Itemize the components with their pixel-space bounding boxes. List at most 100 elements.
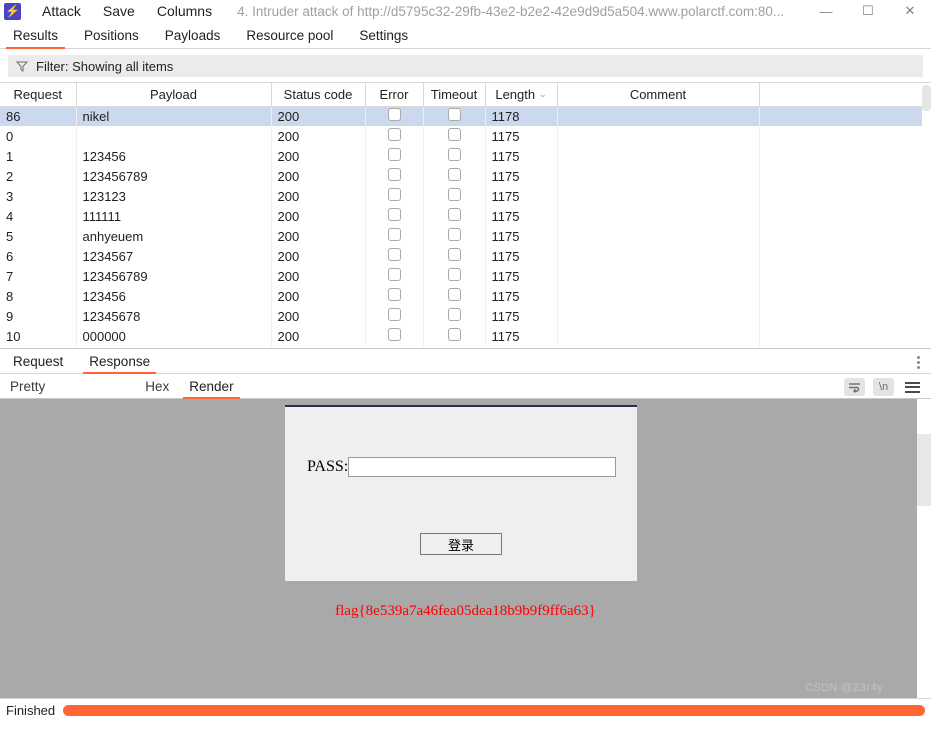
error-checkbox[interactable] [387, 268, 401, 281]
error-checkbox[interactable] [387, 208, 401, 221]
cell-timeout-checkbox [423, 286, 486, 306]
login-button[interactable]: 登录 [420, 533, 502, 555]
burp-lightning-icon: ⚡ [4, 2, 21, 20]
menu-columns[interactable]: Columns [146, 0, 223, 22]
timeout-checkbox[interactable] [447, 268, 461, 281]
tab-response[interactable]: Response [76, 354, 163, 374]
newline-icon[interactable]: \n [873, 378, 894, 396]
tab-pretty[interactable]: Pretty [0, 379, 55, 398]
minimize-icon[interactable]: — [805, 0, 847, 22]
table-row[interactable]: 6 1234567 200 1175 [0, 246, 923, 266]
cell-payload: 12345678 [76, 306, 272, 326]
password-row: PASS: [307, 457, 617, 477]
error-checkbox[interactable] [387, 188, 401, 201]
col-error[interactable]: Error [365, 83, 424, 107]
maximize-icon[interactable]: ☐ [847, 0, 889, 22]
cell-request: 8 [0, 286, 77, 306]
menu-attack[interactable]: Attack [31, 0, 92, 22]
timeout-checkbox[interactable] [447, 228, 461, 241]
cell-error-checkbox [365, 326, 424, 346]
cell-comment [557, 326, 760, 346]
error-checkbox[interactable] [387, 248, 401, 261]
render-scrollbar-thumb[interactable] [917, 434, 931, 506]
cell-timeout-checkbox [423, 126, 486, 146]
error-checkbox[interactable] [387, 108, 401, 122]
cell-timeout-checkbox [423, 246, 486, 266]
timeout-checkbox[interactable] [447, 188, 461, 201]
timeout-checkbox[interactable] [447, 148, 461, 161]
cell-timeout-checkbox [423, 326, 486, 346]
col-length[interactable]: Length ⌄ [485, 83, 558, 107]
tab-positions[interactable]: Positions [71, 28, 152, 48]
tab-hex[interactable]: Hex [135, 379, 179, 398]
filter-area: Filter: Showing all items [0, 49, 931, 82]
cell-error-checkbox [365, 166, 424, 186]
password-input[interactable] [348, 457, 617, 477]
cell-payload: anhyeuem [76, 226, 272, 246]
cell-status-code: 200 [271, 286, 366, 306]
error-checkbox[interactable] [387, 288, 401, 301]
window-title: 4. Intruder attack of http://d5795c32-29… [237, 3, 785, 19]
table-row[interactable]: 9 12345678 200 1175 [0, 306, 923, 326]
col-payload[interactable]: Payload [76, 83, 272, 107]
tab-request[interactable]: Request [0, 354, 76, 373]
error-checkbox[interactable] [387, 328, 401, 341]
error-checkbox[interactable] [387, 148, 401, 161]
cell-length: 1175 [485, 126, 558, 146]
render-scrollbar[interactable] [917, 399, 931, 698]
filter-bar[interactable]: Filter: Showing all items [8, 55, 923, 77]
menu-save[interactable]: Save [92, 0, 146, 22]
table-row[interactable]: 4 111111 200 1175 [0, 206, 923, 226]
col-status-code[interactable]: Status code [271, 83, 366, 107]
timeout-checkbox[interactable] [447, 168, 461, 181]
cell-comment [557, 286, 760, 306]
error-checkbox[interactable] [387, 308, 401, 321]
timeout-checkbox[interactable] [447, 208, 461, 221]
cell-empty [759, 286, 923, 306]
col-comment[interactable]: Comment [557, 83, 760, 107]
menu-icon[interactable] [902, 378, 923, 396]
table-row[interactable]: 10 000000 200 1175 [0, 326, 923, 346]
tab-settings[interactable]: Settings [346, 28, 421, 48]
cell-request: 4 [0, 206, 77, 226]
cell-status-code: 200 [271, 206, 366, 226]
results-scrollbar-thumb[interactable] [922, 85, 931, 111]
results-scrollbar[interactable] [922, 83, 931, 348]
cell-timeout-checkbox [423, 146, 486, 166]
timeout-checkbox[interactable] [447, 328, 461, 341]
timeout-checkbox[interactable] [447, 128, 461, 141]
col-timeout[interactable]: Timeout [423, 83, 486, 107]
table-row[interactable]: 1 123456 200 1175 [0, 146, 923, 166]
timeout-checkbox[interactable] [447, 108, 461, 122]
timeout-checkbox[interactable] [447, 288, 461, 301]
table-row[interactable]: 8 123456 200 1175 [0, 286, 923, 306]
table-row[interactable]: 0 200 1175 [0, 126, 923, 146]
close-icon[interactable]: ✕ [889, 0, 931, 22]
error-checkbox[interactable] [387, 228, 401, 241]
word-wrap-icon[interactable] [844, 378, 865, 396]
cell-error-checkbox [365, 246, 424, 266]
error-checkbox[interactable] [387, 128, 401, 141]
cell-status-code: 200 [271, 226, 366, 246]
tab-payloads[interactable]: Payloads [152, 28, 234, 48]
timeout-checkbox[interactable] [447, 248, 461, 261]
table-row[interactable]: 86 nikel 200 1178 [0, 106, 923, 126]
tab-render[interactable]: Render [179, 379, 243, 399]
timeout-checkbox[interactable] [447, 308, 461, 321]
table-row[interactable]: 5 anhyeuem 200 1175 [0, 226, 923, 246]
col-request[interactable]: Request [0, 83, 77, 107]
cell-empty [759, 226, 923, 246]
cell-request: 86 [0, 106, 77, 126]
cell-empty [759, 186, 923, 206]
table-row[interactable]: 2 123456789 200 1175 [0, 166, 923, 186]
cell-error-checkbox [365, 286, 424, 306]
cell-status-code: 200 [271, 166, 366, 186]
more-options-icon[interactable] [917, 356, 920, 369]
cell-status-code: 200 [271, 146, 366, 166]
burp-intruder-window: ⚡ Attack Save Columns 4. Intruder attack… [0, 0, 931, 737]
error-checkbox[interactable] [387, 168, 401, 181]
table-row[interactable]: 7 123456789 200 1175 [0, 266, 923, 286]
table-row[interactable]: 3 123123 200 1175 [0, 186, 923, 206]
tab-results[interactable]: Results [0, 28, 71, 49]
tab-resource-pool[interactable]: Resource pool [233, 28, 346, 48]
